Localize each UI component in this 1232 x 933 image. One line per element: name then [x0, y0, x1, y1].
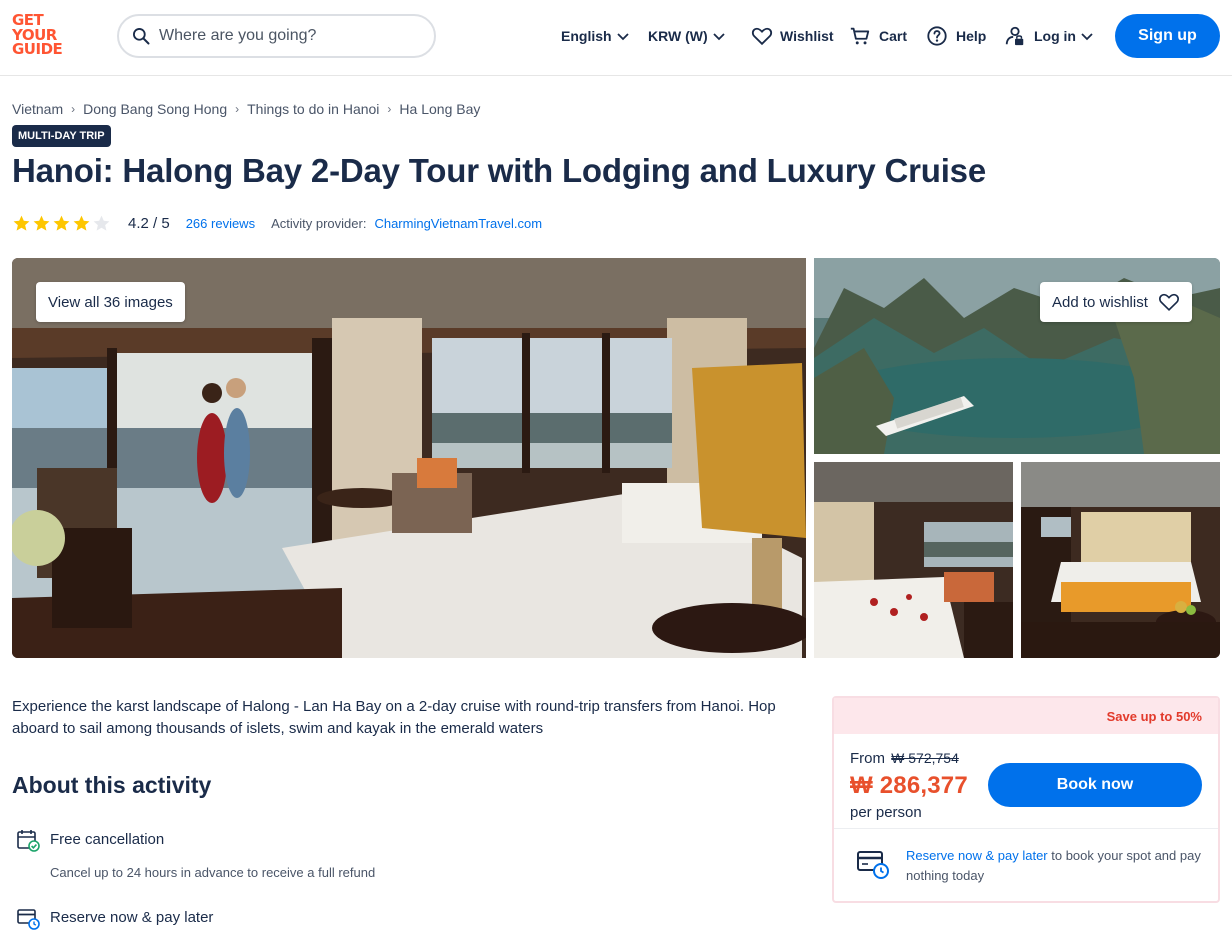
from-price-row: From ₩ 572,754 — [850, 750, 959, 767]
provider-label: Activity provider: — [271, 215, 367, 231]
from-label: From — [850, 750, 885, 767]
chevron-down-icon — [1081, 33, 1093, 41]
page-title: Hanoi: Halong Bay 2-Day Tour with Lodgin… — [12, 152, 986, 189]
feature-description: Cancel up to 24 hours in advance to rece… — [50, 865, 376, 880]
breadcrumb-separator: › — [387, 102, 392, 116]
rating-value: 4.2 / 5 — [128, 214, 170, 232]
card-clock-icon — [857, 851, 889, 879]
original-price: ₩ 572,754 — [891, 750, 959, 766]
breadcrumb-separator: › — [71, 102, 76, 116]
chevron-down-icon — [712, 33, 725, 41]
star-filled-icon — [53, 215, 70, 231]
star-filled-icon — [13, 215, 30, 231]
gallery-image-cabin-orange[interactable] — [1021, 462, 1220, 658]
add-to-wishlist-button[interactable]: Add to wishlist — [1040, 282, 1192, 322]
getyourguide-logo[interactable]: GET YOUR GUIDE — [12, 13, 70, 59]
gallery-image-cabin-roses[interactable] — [814, 462, 1013, 658]
breadcrumb-separator: › — [235, 102, 240, 116]
chevron-down-icon — [616, 33, 629, 41]
breadcrumb-things-to-do[interactable]: Things to do in Hanoi — [247, 101, 379, 117]
multi-day-trip-badge: MULTI-DAY TRIP — [12, 125, 111, 147]
star-rating — [12, 214, 112, 233]
star-empty-icon — [93, 215, 110, 231]
calendar-check-icon — [17, 830, 40, 852]
booking-card: Save up to 50% From ₩ 572,754 ₩ 286,377 … — [832, 696, 1220, 903]
help-link[interactable]: Help — [926, 24, 986, 48]
login-menu[interactable]: Log in — [1004, 24, 1094, 48]
help-label: Help — [956, 28, 987, 44]
reviews-link[interactable]: 266 reviews — [186, 216, 255, 231]
card-clock-icon — [17, 909, 40, 930]
book-now-button[interactable]: Book now — [988, 763, 1202, 807]
search-box[interactable] — [117, 14, 436, 58]
breadcrumb-ha-long-bay[interactable]: Ha Long Bay — [399, 101, 480, 117]
language-selector[interactable]: English — [561, 24, 630, 48]
activity-summary: Experience the karst landscape of Halong… — [12, 698, 776, 737]
provider-link[interactable]: CharmingVietnamTravel.com — [374, 216, 542, 231]
view-all-images-button[interactable]: View all 36 images — [36, 282, 185, 322]
reserve-pay-later-info: Reserve now & pay later to book your spo… — [856, 846, 1206, 886]
user-lock-icon — [1005, 26, 1024, 46]
wishlist-link[interactable]: Wishlist — [751, 24, 834, 48]
search-icon — [133, 28, 150, 45]
breadcrumb-region[interactable]: Dong Bang Song Hong — [83, 101, 227, 117]
rating-row: 4.2 / 5 266 reviews Activity provider: C… — [12, 212, 542, 234]
feature-free-cancellation: Free cancellation — [16, 828, 164, 852]
currency-label: KRW (W) — [648, 28, 708, 44]
cart-icon — [850, 27, 870, 45]
login-label: Log in — [1034, 28, 1076, 44]
card-divider — [834, 828, 1218, 829]
per-person-label: per person — [850, 804, 922, 821]
savings-banner: Save up to 50% — [834, 698, 1218, 734]
cart-label: Cart — [879, 28, 908, 44]
breadcrumb-vietnam[interactable]: Vietnam — [12, 101, 63, 117]
feature-title: Reserve now & pay later — [50, 909, 214, 926]
star-filled-icon — [73, 215, 90, 231]
breadcrumb: Vietnam › Dong Bang Song Hong › Things t… — [12, 101, 480, 117]
discounted-price: ₩ 286,377 — [850, 772, 968, 799]
cart-link[interactable]: Cart — [849, 24, 907, 48]
feature-title: Free cancellation — [50, 831, 165, 848]
signup-button[interactable]: Sign up — [1115, 14, 1220, 58]
help-icon — [927, 26, 947, 46]
language-label: English — [561, 28, 612, 44]
photo-gallery: View all 36 images Add to wishlist — [12, 258, 1220, 658]
add-to-wishlist-label: Add to wishlist — [1052, 293, 1148, 311]
feature-reserve-pay-later: Reserve now & pay later — [16, 906, 213, 930]
heart-icon — [751, 27, 773, 46]
site-header: GET YOUR GUIDE English KRW (W) Wishlist … — [0, 0, 1232, 76]
about-activity-heading: About this activity — [12, 772, 212, 798]
star-filled-icon — [33, 215, 50, 231]
logo-line-3: GUIDE — [12, 40, 63, 58]
search-input[interactable] — [159, 27, 409, 45]
reserve-text: Reserve now & pay later to book your spo… — [906, 846, 1206, 886]
currency-selector[interactable]: KRW (W) — [648, 24, 726, 48]
wishlist-label: Wishlist — [780, 28, 834, 44]
reserve-now-link[interactable]: Reserve now & pay later — [906, 848, 1048, 863]
heart-icon — [1158, 293, 1179, 311]
